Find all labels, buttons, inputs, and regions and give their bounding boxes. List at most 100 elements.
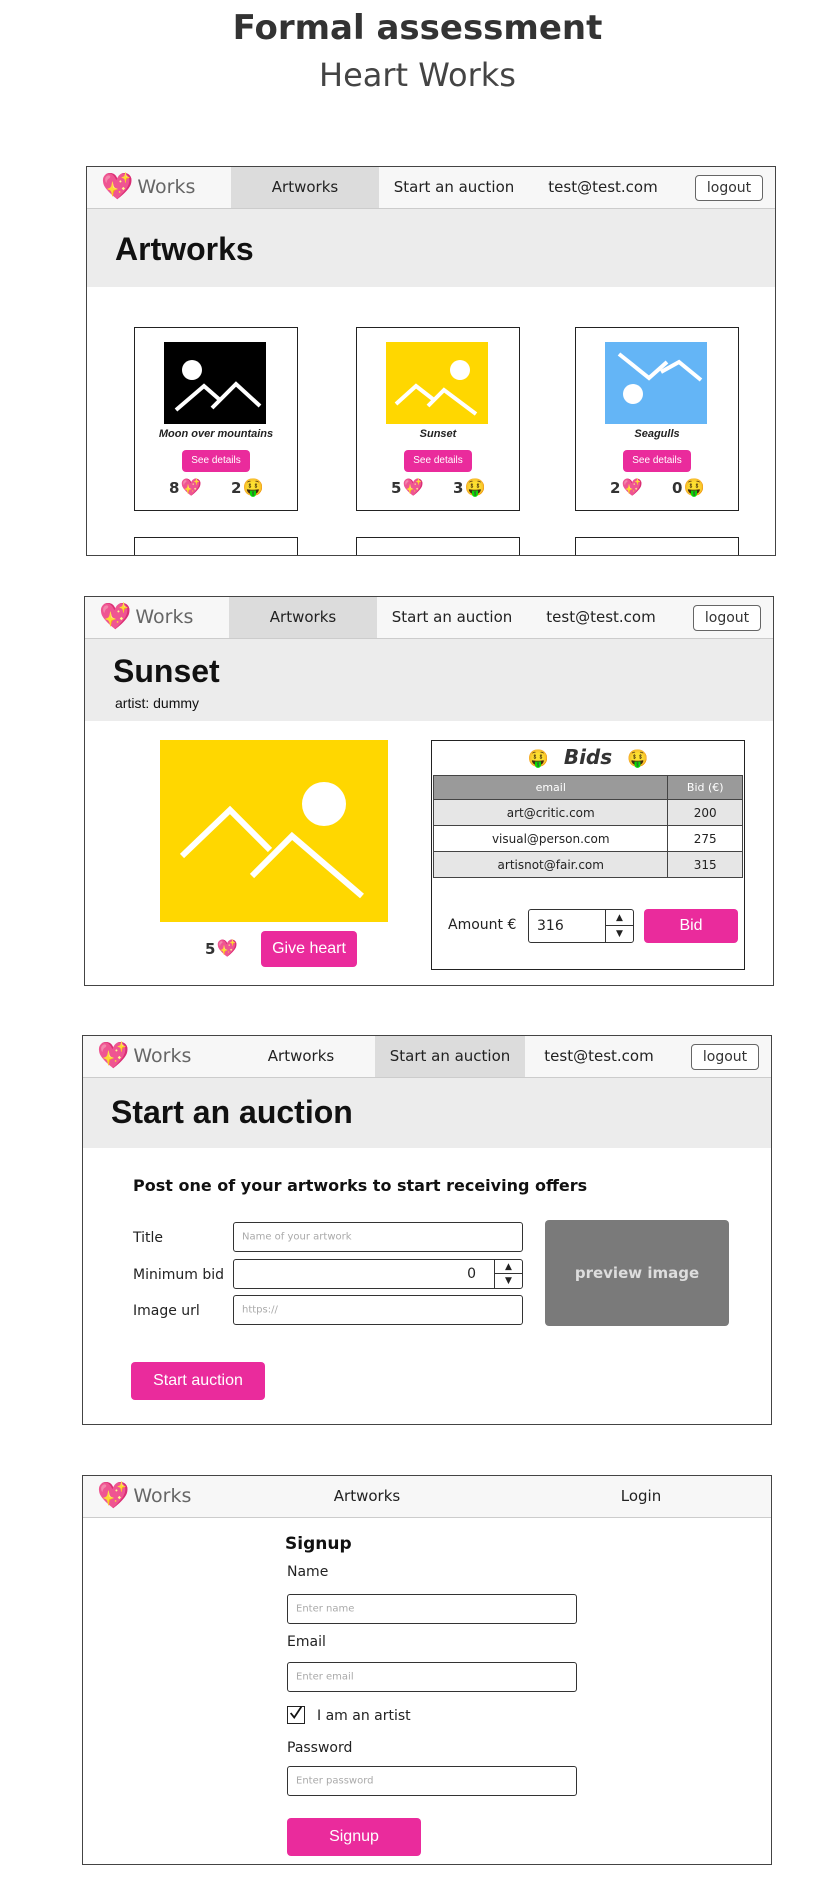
artwork-name: Moon over mountains (158, 428, 274, 440)
password-input[interactable]: Enter password (287, 1766, 577, 1796)
signup-title: Signup (285, 1534, 352, 1554)
email-input[interactable]: Enter email (287, 1662, 577, 1692)
column-header-bid: Bid (€) (667, 775, 743, 800)
title-placeholder: Name of your artwork (242, 1231, 352, 1243)
logo[interactable]: 💖 Works (97, 1480, 191, 1512)
logo[interactable]: 💖 Works (99, 601, 193, 633)
artwork-name: Sunset (419, 428, 457, 440)
nav-login[interactable]: Login (567, 1476, 715, 1517)
logout-button[interactable]: logout (691, 1044, 759, 1070)
heart-count: 8 💖 (169, 478, 202, 498)
heart-count: 5 💖 (205, 939, 238, 959)
heart-count-value: 5 (391, 479, 402, 497)
logo[interactable]: 💖 Works (101, 171, 195, 203)
nav-artworks[interactable]: Artworks (293, 1476, 441, 1517)
navbar: 💖 Works Artworks Login (83, 1476, 771, 1518)
image-url-placeholder: https:// (242, 1304, 278, 1316)
bids-heading: 🤑 Bids 🤑 (432, 745, 744, 769)
page-banner: Sunset artist: dummy (85, 639, 773, 721)
page-title: Start an auction (111, 1094, 353, 1130)
decrement-icon[interactable]: ▼ (606, 926, 633, 942)
amount-stepper[interactable]: 316 ▲ ▼ (528, 909, 634, 943)
brand-name: Works (137, 176, 196, 198)
table-row: artisnot@fair.com 315 (432, 851, 743, 878)
min-bid-stepper[interactable]: 0 ▲ ▼ (233, 1259, 523, 1289)
table-row: art@critic.com 200 (432, 799, 743, 826)
sparkling-heart-icon: 💖 (101, 172, 134, 202)
sparkling-heart-icon: 💖 (97, 1481, 130, 1511)
form-heading: Post one of your artworks to start recei… (133, 1176, 588, 1195)
page-banner: Artworks (87, 209, 775, 287)
min-bid-label: Minimum bid (133, 1267, 224, 1283)
nav-artworks[interactable]: Artworks (231, 167, 379, 208)
brand-name: Works (133, 1485, 192, 1507)
name-input[interactable]: Enter name (287, 1594, 577, 1624)
doc-title: Formal assessment (232, 8, 603, 48)
image-url-input[interactable]: https:// (233, 1295, 523, 1325)
money-face-icon: 🤑 (627, 749, 649, 769)
name-label: Name (287, 1564, 329, 1580)
table-row: visual@person.com 275 (432, 825, 743, 852)
artwork-image (164, 342, 266, 424)
email-placeholder: Enter email (296, 1671, 354, 1683)
table-header-row: email Bid (€) (432, 775, 743, 800)
decrement-icon[interactable]: ▼ (495, 1274, 522, 1288)
heart-count: 5 💖 (391, 478, 424, 498)
logout-button[interactable]: logout (695, 175, 763, 201)
bid-email: visual@person.com (432, 825, 669, 852)
bid-count: 3 🤑 (453, 478, 486, 498)
signup-button[interactable]: Signup (287, 1818, 421, 1856)
logo[interactable]: 💖 Works (97, 1040, 191, 1072)
logout-button[interactable]: logout (693, 605, 761, 631)
bid-count-value: 3 (453, 479, 464, 497)
nav-user-email: test@test.com (544, 1047, 654, 1065)
navbar: 💖 Works Artworks Start an auction test@t… (87, 167, 775, 209)
bid-amount: 275 (667, 825, 743, 852)
see-details-button[interactable]: See details (623, 450, 691, 472)
title-input[interactable]: Name of your artwork (233, 1222, 523, 1252)
nav-start-auction[interactable]: Start an auction (375, 1036, 525, 1077)
page-banner: Start an auction (83, 1078, 771, 1148)
min-bid-value: 0 (467, 1266, 476, 1282)
nav-artworks[interactable]: Artworks (227, 1036, 375, 1077)
name-placeholder: Enter name (296, 1603, 355, 1615)
increment-icon[interactable]: ▲ (495, 1260, 522, 1274)
bid-email: artisnot@fair.com (432, 851, 669, 878)
artist-name: artist: dummy (115, 695, 200, 711)
artist-checkbox[interactable] (287, 1706, 305, 1724)
sparkling-heart-icon: 💖 (402, 478, 424, 498)
sparkling-heart-icon: 💖 (216, 939, 238, 959)
sparkling-heart-icon: 💖 (99, 602, 132, 632)
preview-image: preview image (545, 1220, 729, 1326)
bid-count-value: 2 (231, 479, 242, 497)
see-details-button[interactable]: See details (182, 450, 250, 472)
bid-amount: 200 (667, 799, 743, 826)
bid-email: art@critic.com (432, 799, 669, 826)
heart-count: 2 💖 (610, 478, 643, 498)
stepper-controls: ▲ ▼ (494, 1260, 522, 1288)
increment-icon[interactable]: ▲ (606, 910, 633, 926)
artwork-card-partial (134, 537, 298, 555)
artwork-image (605, 342, 707, 424)
page-title: Artworks (115, 231, 254, 267)
nav-start-auction[interactable]: Start an auction (379, 167, 529, 208)
money-face-icon: 🤑 (683, 478, 705, 498)
sparkling-heart-icon: 💖 (97, 1041, 130, 1071)
heart-count-value: 8 (169, 479, 180, 497)
nav-user-email: test@test.com (546, 608, 656, 626)
page-title: Sunset (113, 653, 220, 689)
give-heart-button[interactable]: Give heart (261, 931, 357, 967)
bid-button[interactable]: Bid (644, 909, 738, 943)
bids-panel: 🤑 Bids 🤑 email Bid (€) art@critic.com 20… (431, 740, 745, 970)
artwork-image (386, 342, 488, 424)
nav-start-auction[interactable]: Start an auction (377, 597, 527, 638)
brand-name: Works (133, 1045, 192, 1067)
image-url-label: Image url (133, 1303, 200, 1319)
password-placeholder: Enter password (296, 1775, 374, 1787)
artwork-card-partial (356, 537, 520, 555)
start-auction-button[interactable]: Start auction (131, 1362, 265, 1400)
bid-count: 2 🤑 (231, 478, 264, 498)
see-details-button[interactable]: See details (404, 450, 472, 472)
artwork-card-partial (575, 537, 739, 555)
nav-artworks[interactable]: Artworks (229, 597, 377, 638)
